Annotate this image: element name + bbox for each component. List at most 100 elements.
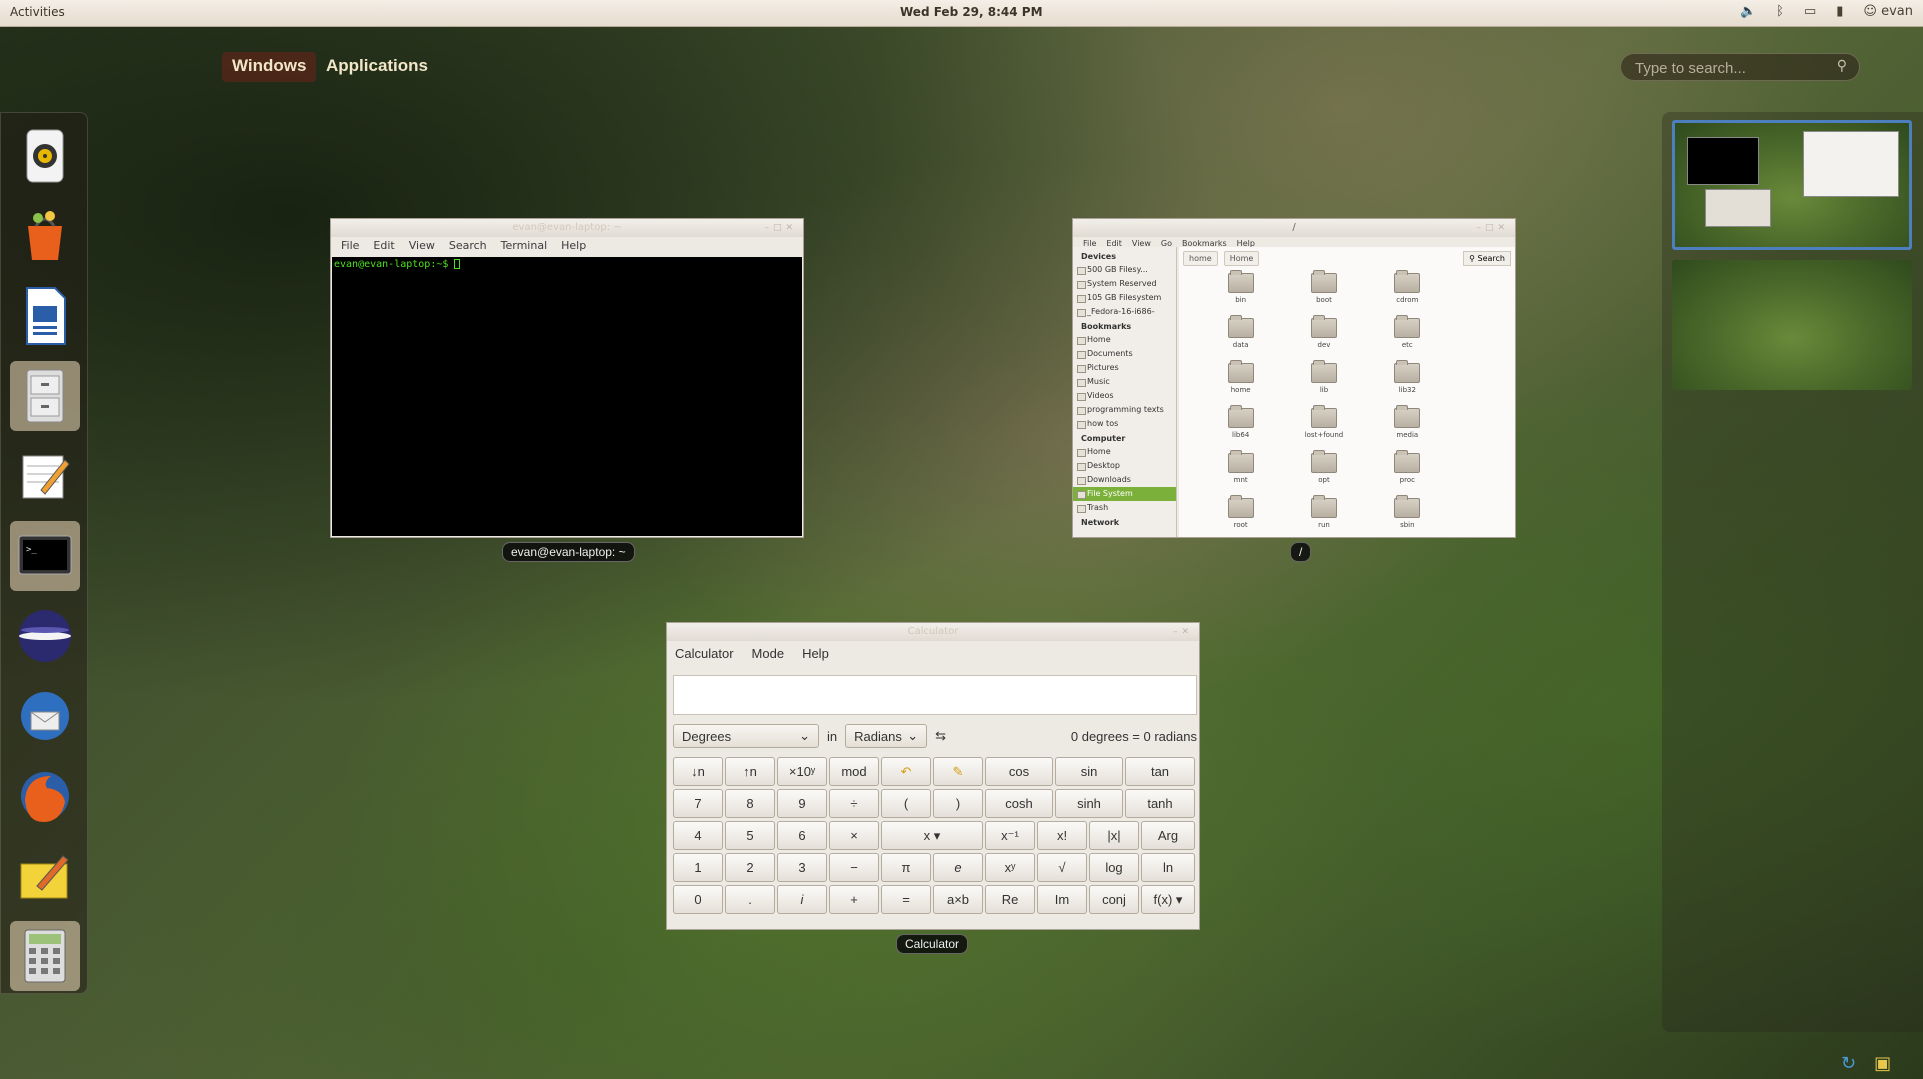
key-3[interactable]: 3 xyxy=(777,853,827,882)
breadcrumb-Home[interactable]: Home xyxy=(1223,251,1260,266)
overview-search[interactable]: ⚲ xyxy=(1620,53,1860,81)
key-tan[interactable]: tan xyxy=(1125,757,1195,786)
menu-help[interactable]: Help xyxy=(802,646,829,661)
workspace-thumbnail-2[interactable] xyxy=(1672,260,1912,390)
undo-icon[interactable]: ↶ xyxy=(881,757,931,786)
breadcrumb-home[interactable]: home xyxy=(1183,251,1218,266)
sidebar-item-bookmark[interactable]: Documents xyxy=(1073,347,1176,361)
sidebar-item-trash[interactable]: Trash xyxy=(1073,501,1176,515)
key-variable-x[interactable]: x ▾ xyxy=(881,821,983,850)
key-sqrt[interactable]: √ xyxy=(1037,853,1087,882)
update-icon[interactable]: ↻ xyxy=(1841,1053,1856,1074)
window-controls[interactable]: –✕ xyxy=(1173,623,1193,641)
key-e[interactable]: e xyxy=(933,853,983,882)
key-0[interactable]: 0 xyxy=(673,885,723,914)
sidebar-item-device[interactable]: System Reserved xyxy=(1073,277,1176,291)
folder-item[interactable]: mnt xyxy=(1199,450,1282,493)
clock[interactable]: Wed Feb 29, 8:44 PM xyxy=(900,5,1043,19)
window-controls[interactable]: –□✕ xyxy=(1476,219,1509,237)
key-divide[interactable]: ÷ xyxy=(829,789,879,818)
dock-software-center[interactable] xyxy=(10,201,80,271)
key-add[interactable]: + xyxy=(829,885,879,914)
folder-item[interactable]: dev xyxy=(1282,315,1365,358)
key-decimal[interactable]: . xyxy=(725,885,775,914)
key-abs[interactable]: |x| xyxy=(1089,821,1139,850)
from-unit-select[interactable]: Degrees ⌄ xyxy=(673,724,819,748)
menu-search[interactable]: Search xyxy=(449,239,487,252)
terminal-titlebar[interactable]: evan@evan-laptop: ~ –□✕ xyxy=(331,219,803,237)
folder-item[interactable]: bin xyxy=(1199,270,1282,313)
menu-terminal[interactable]: Terminal xyxy=(501,239,548,252)
key-9[interactable]: 9 xyxy=(777,789,827,818)
folder-item[interactable]: proc xyxy=(1366,450,1449,493)
key-shift-up[interactable]: ↑n xyxy=(725,757,775,786)
sidebar-item-bookmark[interactable]: Music xyxy=(1073,375,1176,389)
terminal-window[interactable]: evan@evan-laptop: ~ –□✕ File Edit View S… xyxy=(330,218,804,538)
menu-help[interactable]: Help xyxy=(561,239,586,252)
key-sin[interactable]: sin xyxy=(1055,757,1123,786)
folder-item[interactable]: data xyxy=(1199,315,1282,358)
window-controls[interactable]: –□✕ xyxy=(764,219,797,237)
key-sinh[interactable]: sinh xyxy=(1055,789,1123,818)
folder-item[interactable]: home xyxy=(1199,360,1282,403)
sidebar-item-bookmark[interactable]: Home xyxy=(1073,333,1176,347)
folder-item[interactable]: lib64 xyxy=(1199,405,1282,448)
folder-item[interactable]: media xyxy=(1366,405,1449,448)
user-menu[interactable]: ☺ evan xyxy=(1863,4,1913,19)
terminal-body[interactable]: evan@evan-laptop:~$ xyxy=(332,257,802,536)
key-factorial[interactable]: x! xyxy=(1037,821,1087,850)
key-close-paren[interactable]: ) xyxy=(933,789,983,818)
sidebar-item-bookmark[interactable]: programming texts xyxy=(1073,403,1176,417)
folder-item[interactable]: opt xyxy=(1282,450,1365,493)
battery-icon[interactable]: ▮ xyxy=(1836,4,1843,19)
activities-button[interactable]: Activities xyxy=(10,5,65,19)
key-equals[interactable]: = xyxy=(881,885,931,914)
folder-item[interactable]: lib32 xyxy=(1366,360,1449,403)
sidebar-item-file-system[interactable]: File System xyxy=(1073,487,1176,501)
tab-windows[interactable]: Windows xyxy=(222,52,317,82)
clear-icon[interactable]: ✎ xyxy=(933,757,983,786)
key-shift-down[interactable]: ↓n xyxy=(673,757,723,786)
menu-calculator[interactable]: Calculator xyxy=(675,646,734,661)
network-icon[interactable]: ▭ xyxy=(1804,4,1816,19)
menu-mode[interactable]: Mode xyxy=(752,646,785,661)
sidebar-item-device[interactable]: _Fedora-16-i686- xyxy=(1073,305,1176,319)
dock-calculator[interactable] xyxy=(10,921,80,991)
sidebar-item-bookmark[interactable]: how tos xyxy=(1073,417,1176,431)
key-5[interactable]: 5 xyxy=(725,821,775,850)
key-function[interactable]: f(x) ▾ xyxy=(1141,885,1195,914)
dock-terminal[interactable]: >_ xyxy=(10,521,80,591)
search-button[interactable]: ⚲ Search xyxy=(1463,251,1511,266)
key-4[interactable]: 4 xyxy=(673,821,723,850)
dock-eclipse[interactable] xyxy=(10,601,80,671)
folder-item[interactable]: run xyxy=(1282,495,1365,538)
key-conj[interactable]: conj xyxy=(1089,885,1139,914)
sidebar-item-computer[interactable]: Downloads xyxy=(1073,473,1176,487)
key-power[interactable]: xʸ xyxy=(985,853,1035,882)
folder-item[interactable]: root xyxy=(1199,495,1282,538)
key-arg[interactable]: Arg xyxy=(1141,821,1195,850)
key-7[interactable]: 7 xyxy=(673,789,723,818)
menu-file[interactable]: File xyxy=(341,239,359,252)
key-mod[interactable]: mod xyxy=(829,757,879,786)
key-tanh[interactable]: tanh xyxy=(1125,789,1195,818)
volume-icon[interactable]: 🔈 xyxy=(1740,4,1756,19)
folder-item[interactable]: lib xyxy=(1282,360,1365,403)
dock-file-manager[interactable] xyxy=(10,361,80,431)
key-imaginary[interactable]: i xyxy=(777,885,827,914)
folder-item[interactable]: cdrom xyxy=(1366,270,1449,313)
dock-text-editor[interactable] xyxy=(10,441,80,511)
key-imag-part[interactable]: Im xyxy=(1037,885,1087,914)
key-ln[interactable]: ln xyxy=(1141,853,1195,882)
dock-thunderbird[interactable] xyxy=(10,681,80,751)
key-real[interactable]: Re xyxy=(985,885,1035,914)
key-cosh[interactable]: cosh xyxy=(985,789,1053,818)
bluetooth-icon[interactable]: ᛒ xyxy=(1776,4,1784,19)
key-subtract[interactable]: − xyxy=(829,853,879,882)
folder-item[interactable]: lost+found xyxy=(1282,405,1365,448)
notification-icon[interactable]: ▣ xyxy=(1874,1053,1891,1074)
key-open-paren[interactable]: ( xyxy=(881,789,931,818)
dock-rhythmbox[interactable] xyxy=(10,121,80,191)
dock-notes[interactable] xyxy=(10,841,80,911)
key-2[interactable]: 2 xyxy=(725,853,775,882)
